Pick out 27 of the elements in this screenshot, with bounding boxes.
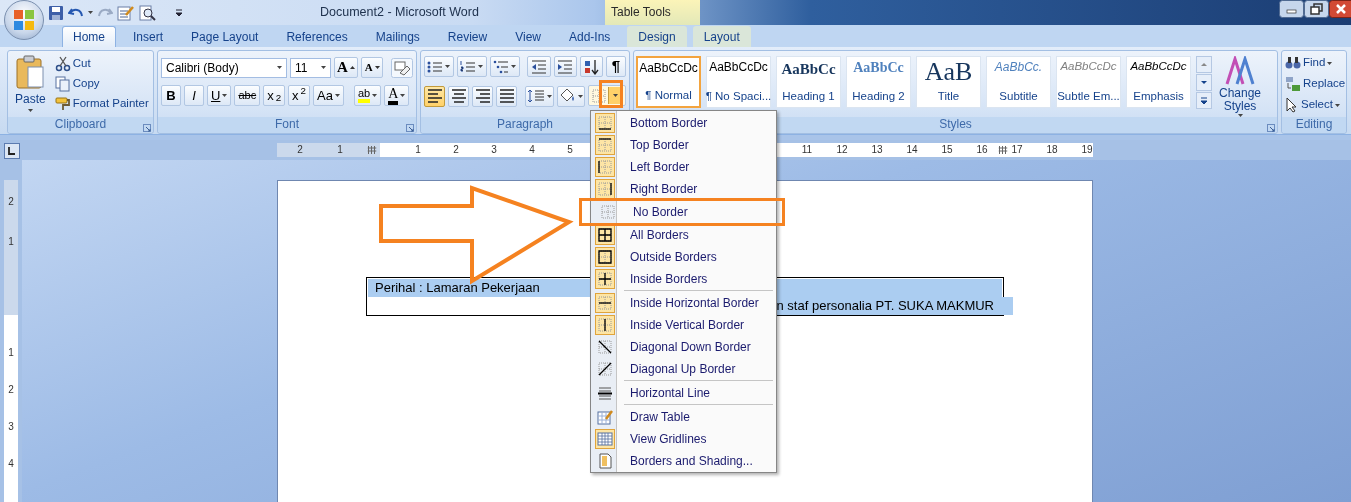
ruler-number: 11 <box>801 143 813 157</box>
ruler-number: 3 <box>491 143 497 157</box>
ruler-number: 4 <box>7 457 15 471</box>
ruler-number: 5 <box>567 143 573 157</box>
ruler-number: 2 <box>7 195 15 209</box>
ruler-number: 15 <box>941 143 953 157</box>
ruler-number: 17 <box>1011 143 1023 157</box>
ruler-number: 12 <box>836 143 848 157</box>
group-label: Editing <box>1282 117 1346 133</box>
ruler-number: 2 <box>453 143 459 157</box>
ruler-number: 13 <box>871 143 883 157</box>
ruler-number: 3 <box>7 420 15 434</box>
contextual-tab-title: Table Tools <box>605 0 700 25</box>
group-label: Font <box>158 117 416 133</box>
group-label: Clipboard <box>8 117 153 133</box>
ruler-number: 16 <box>976 143 988 157</box>
ruler-number: 19 <box>1081 143 1093 157</box>
ruler-number: 4 <box>529 143 535 157</box>
ruler-number: 1 <box>337 143 343 157</box>
ruler-number: 1 <box>7 346 15 360</box>
ruler-number: 1 <box>7 235 15 249</box>
ruler-number: 2 <box>297 143 303 157</box>
ruler-number: 2 <box>7 383 15 397</box>
ruler-number: 18 <box>1046 143 1058 157</box>
ruler-number: 14 <box>906 143 918 157</box>
window-title: Document2 - Microsoft Word <box>320 4 480 22</box>
ruler-number: 1 <box>415 143 421 157</box>
